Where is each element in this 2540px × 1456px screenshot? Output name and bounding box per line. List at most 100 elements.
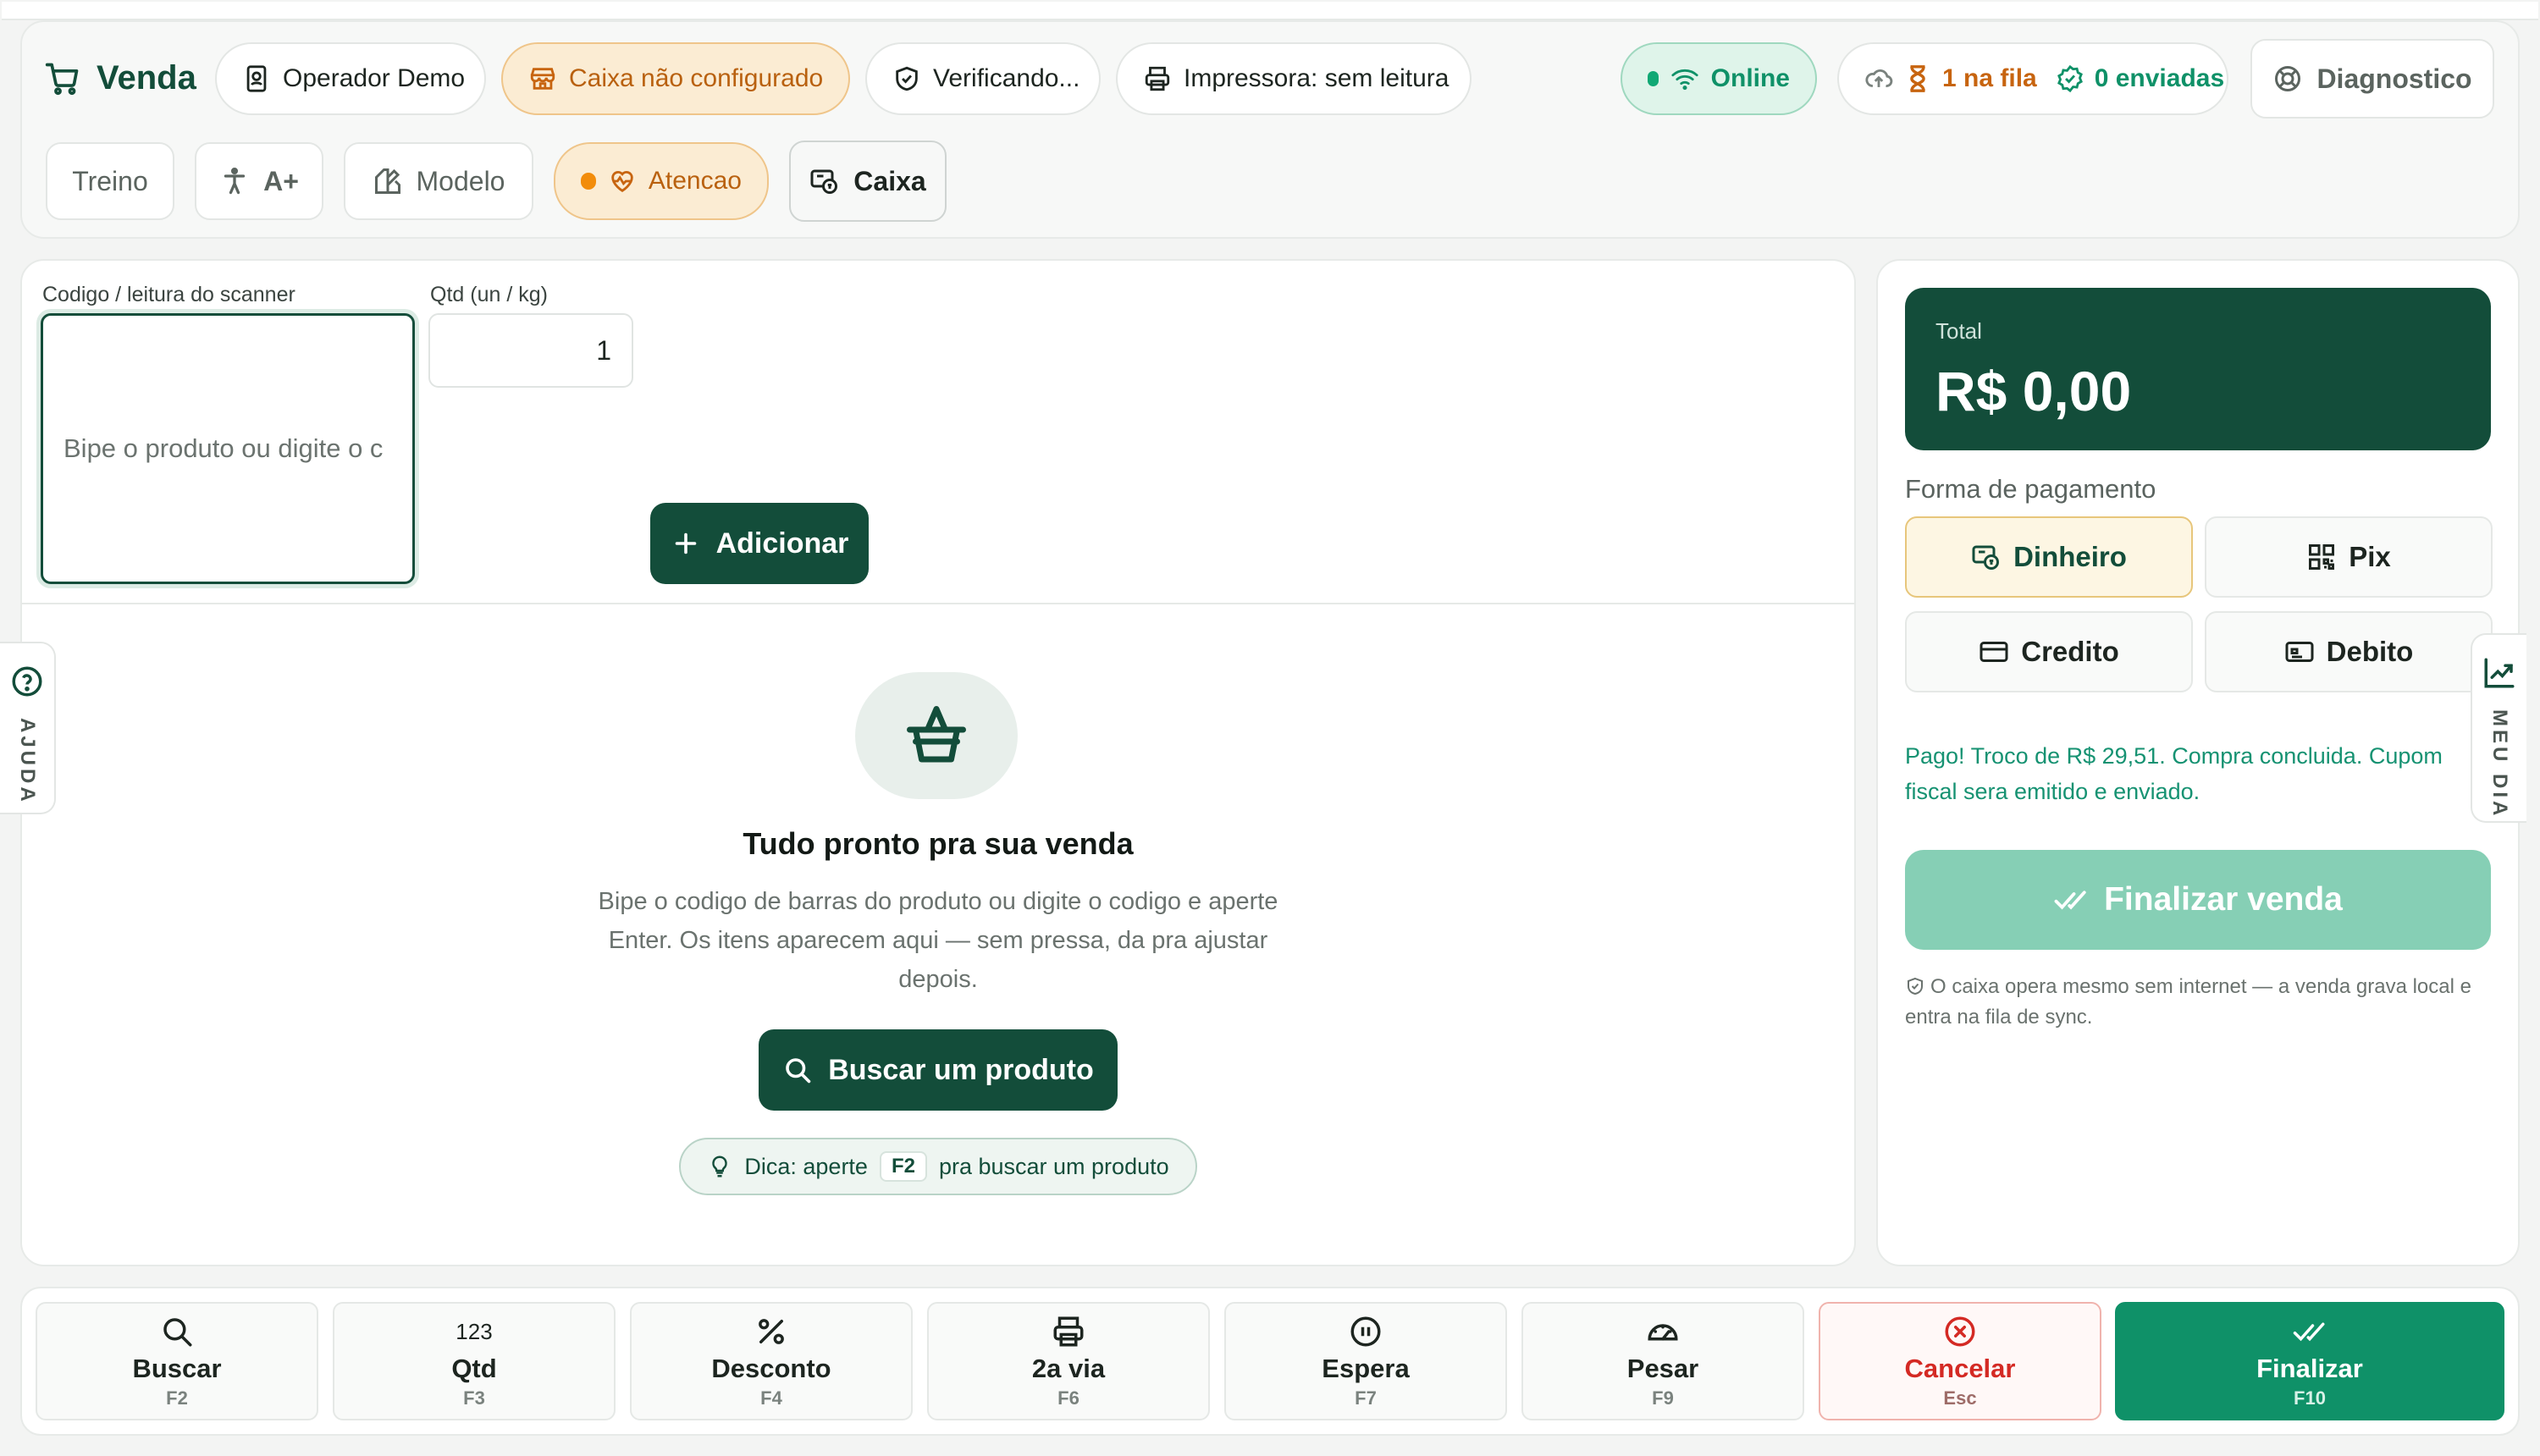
- fkey-weigh-label: Pesar: [1626, 1354, 1699, 1383]
- payment-credit-button[interactable]: Credito: [1905, 611, 2193, 692]
- cash-button[interactable]: Caixa: [789, 141, 947, 222]
- fkey-hold-button[interactable]: Espera F7: [1224, 1302, 1507, 1420]
- training-label: Treino: [72, 165, 148, 196]
- total-panel: Total R$ 0,00: [1905, 288, 2491, 450]
- fkey-reprint-button[interactable]: 2a via F6: [927, 1302, 1210, 1420]
- payment-cash-label: Dinheiro: [2013, 541, 2127, 572]
- payment-method-label: Forma de pagamento: [1905, 474, 2156, 504]
- help-tab-label: AJUDA: [16, 718, 39, 805]
- fkey-finalize-button[interactable]: Finalizar F10: [2115, 1302, 2504, 1420]
- diagnostics-button[interactable]: Diagnostico: [2250, 39, 2494, 119]
- operator-pill[interactable]: Operador Demo: [215, 42, 486, 115]
- fkey-quantity-shortcut: F3: [463, 1387, 485, 1409]
- training-button[interactable]: Treino: [46, 142, 174, 220]
- payment-pix-label: Pix: [2349, 541, 2391, 572]
- printer-pill[interactable]: Impressora: sem leitura: [1116, 42, 1472, 115]
- x-circle-icon: [1945, 1316, 1975, 1347]
- font-size-label: A+: [263, 165, 299, 196]
- qr-code-icon: [2309, 544, 2335, 570]
- lightbulb-icon: [712, 1155, 728, 1177]
- operator-label: Operador Demo: [283, 64, 466, 92]
- offline-note: O caixa opera mesmo sem internet — a ven…: [1905, 972, 2498, 1033]
- cash-icon: [1972, 545, 2000, 570]
- cash-register-label: Caixa não configurado: [569, 64, 824, 92]
- my-day-tab-label: MEU DIA: [2488, 709, 2511, 819]
- sync-queue-pill[interactable]: 1 na fila 0 enviadas: [1837, 42, 2228, 115]
- accessibility-button[interactable]: A+: [195, 142, 323, 220]
- barcode-scan-input[interactable]: [41, 313, 415, 584]
- empty-cart-illustration: [855, 672, 1018, 799]
- finalize-sale-label: Finalizar venda: [2104, 881, 2343, 918]
- tip-key: F2: [879, 1151, 927, 1182]
- attention-label: Atencao: [648, 167, 742, 195]
- numbers-icon: 123: [456, 1318, 493, 1344]
- shield-small-icon: [1908, 977, 1923, 995]
- total-value: R$ 0,00: [1935, 360, 2132, 422]
- verification-pill[interactable]: Verificando...: [865, 42, 1101, 115]
- cash-register-pill[interactable]: Caixa não configurado: [501, 42, 850, 115]
- brand-title: Venda: [97, 59, 196, 97]
- debit-card-icon: [2285, 642, 2314, 662]
- payment-debit-button[interactable]: Debito: [2205, 611, 2493, 692]
- finalize-sale-button[interactable]: Finalizar venda: [1905, 850, 2491, 950]
- online-dot: [1648, 71, 1659, 86]
- empty-state-title: Tudo pronto pra sua venda: [743, 826, 1134, 861]
- percent-icon: [759, 1319, 784, 1344]
- lifebuoy-icon: [2275, 66, 2301, 91]
- fkey-quantity-label: Qtd: [451, 1354, 497, 1383]
- my-day-side-tab[interactable]: MEU DIA: [2471, 633, 2526, 823]
- fkey-finalize-shortcut: F10: [2294, 1387, 2326, 1409]
- shield-check-icon: [896, 66, 918, 91]
- cash-label: Caixa: [853, 165, 926, 196]
- printer-icon: [1145, 66, 1170, 91]
- online-label: Online: [1710, 64, 1790, 92]
- fkey-weigh-button[interactable]: Pesar F9: [1521, 1302, 1804, 1420]
- total-label: Total: [1935, 318, 1982, 344]
- fkey-search-shortcut: F2: [166, 1387, 188, 1409]
- payment-credit-label: Credito: [2021, 636, 2119, 667]
- empty-state-description: Bipe o codigo de barras do produto ou di…: [598, 888, 1278, 993]
- fkey-search-button[interactable]: Buscar F2: [36, 1302, 318, 1420]
- fkey-quantity-button[interactable]: 123 Qtd F3: [333, 1302, 616, 1420]
- attention-button[interactable]: Atencao: [554, 142, 769, 220]
- printer-icon: [1053, 1316, 1084, 1347]
- check-badge-icon: [2057, 64, 2083, 93]
- wifi-icon: [1671, 69, 1698, 91]
- id-badge-icon: [246, 65, 267, 92]
- fkey-cancel-shortcut: Esc: [1943, 1387, 1977, 1409]
- cash-register-icon: [810, 169, 838, 194]
- search-product-label: Buscar um produto: [828, 1053, 1094, 1086]
- scan-field-label: Codigo / leitura do scanner: [42, 283, 295, 306]
- offline-note-text: O caixa opera mesmo sem internet — a ven…: [1905, 975, 2471, 1029]
- fkey-discount-label: Desconto: [711, 1354, 831, 1383]
- cloud-upload-icon: [1865, 69, 1893, 87]
- attention-dot: [581, 173, 596, 190]
- basket-icon: [907, 706, 966, 763]
- shortcut-tip: Dica: aperte F2 pra buscar um produto: [679, 1138, 1197, 1195]
- tip-prefix: Dica: aperte: [744, 1153, 868, 1179]
- quantity-input[interactable]: [428, 313, 633, 388]
- section-divider: [20, 603, 1856, 604]
- diagnostics-label: Diagnostico: [2316, 63, 2472, 94]
- double-check-icon: [2293, 1322, 2325, 1342]
- search-icon: [163, 1318, 192, 1347]
- model-label: Modelo: [416, 165, 505, 196]
- model-button[interactable]: Modelo: [344, 142, 533, 220]
- plus-icon: [675, 532, 696, 554]
- search-icon: [786, 1058, 811, 1084]
- add-item-button[interactable]: Adicionar: [650, 503, 869, 584]
- cart-icon: [45, 63, 79, 95]
- double-check-icon: [2054, 891, 2086, 910]
- palette-brush-icon: [374, 168, 400, 194]
- heart-pulse-icon: [611, 171, 633, 193]
- fkey-discount-shortcut: F4: [760, 1387, 782, 1409]
- fkey-finalize-label: Finalizar: [2256, 1354, 2363, 1383]
- payment-cash-button[interactable]: Dinheiro: [1905, 516, 2193, 598]
- fkey-cancel-button[interactable]: Cancelar Esc: [1819, 1302, 2101, 1420]
- online-status-pill[interactable]: Online: [1621, 42, 1817, 115]
- fkey-discount-button[interactable]: Desconto F4: [630, 1302, 913, 1420]
- search-product-button[interactable]: Buscar um produto: [759, 1029, 1118, 1111]
- help-circle-icon: [12, 666, 42, 697]
- payment-pix-button[interactable]: Pix: [2205, 516, 2493, 598]
- help-side-tab[interactable]: AJUDA: [0, 642, 56, 814]
